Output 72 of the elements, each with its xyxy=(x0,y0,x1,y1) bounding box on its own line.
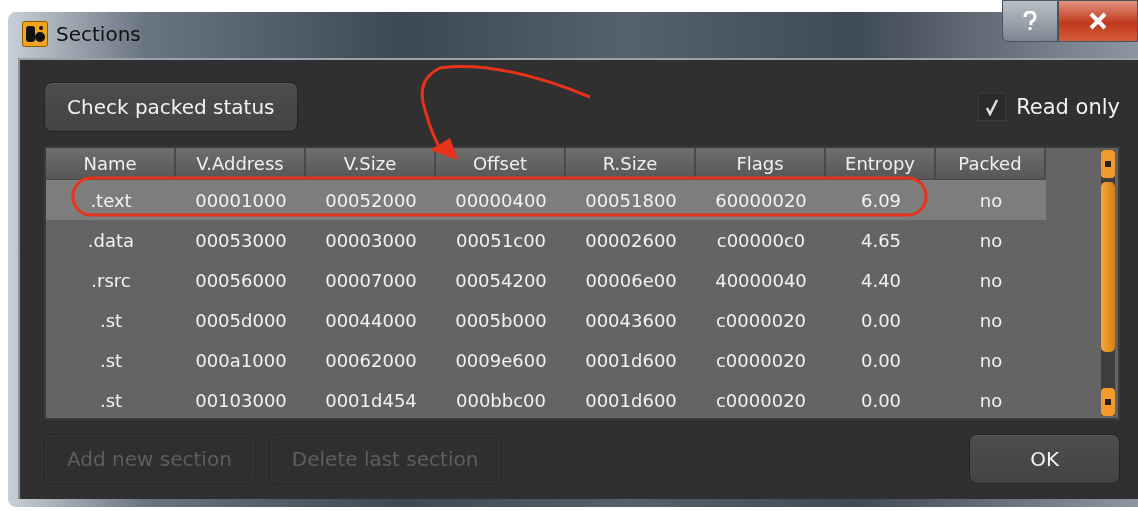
scroll-thumb[interactable] xyxy=(1101,182,1115,352)
column-header[interactable]: Packed xyxy=(936,148,1046,180)
table-cell-text: 00062000 xyxy=(324,348,418,373)
table-cell-text: .st xyxy=(98,308,124,333)
scroll-up-button[interactable] xyxy=(1101,150,1115,178)
table-cell: 00051800 xyxy=(566,180,696,220)
table-cell-text: c00000c0 xyxy=(715,228,807,253)
table-cell-text: c0000020 xyxy=(714,308,808,333)
table-cell-text: 4.65 xyxy=(859,228,903,253)
help-icon xyxy=(1023,11,1037,31)
read-only-label: Read only xyxy=(1016,95,1120,119)
table-cell-text: .st xyxy=(98,388,124,413)
table-cell-text: no xyxy=(978,308,1004,333)
close-button[interactable] xyxy=(1058,0,1138,42)
check-packed-status-button[interactable]: Check packed status xyxy=(44,82,298,132)
scrollbar[interactable] xyxy=(1101,150,1115,416)
table-cell-text: 00056000 xyxy=(194,268,288,293)
table-cell: 00001000 xyxy=(176,180,306,220)
table-cell-text: 0.00 xyxy=(859,308,903,333)
table-cell: 60000020 xyxy=(696,180,826,220)
app-icon xyxy=(22,21,48,47)
table-cell-text: 0005b000 xyxy=(454,308,548,333)
table-cell-text: no xyxy=(978,348,1004,373)
table-cell-text: 00002600 xyxy=(584,228,678,253)
table-cell-text: 00103000 xyxy=(194,388,288,413)
table-cell-text: 00006e00 xyxy=(584,268,678,293)
table-cell-text: 0005d000 xyxy=(194,308,288,333)
column-header[interactable]: V.Size xyxy=(306,148,436,180)
table-cell-text: 000a1000 xyxy=(194,348,288,373)
table-cell-text: no xyxy=(978,228,1004,253)
table-cell-text: 00043600 xyxy=(584,308,678,333)
table-cell-text: 0001d600 xyxy=(584,388,678,413)
table-cell-text: no xyxy=(978,388,1004,413)
table-cell-text: 40000040 xyxy=(714,268,808,293)
help-button[interactable] xyxy=(1002,0,1058,42)
column-header[interactable]: Entropy xyxy=(826,148,936,180)
window-title: Sections xyxy=(56,22,141,46)
table-cell-text: 0009e600 xyxy=(454,348,548,373)
table-cell-text: 00003000 xyxy=(324,228,418,253)
table-cell-text: 0001d454 xyxy=(324,388,418,413)
square-icon xyxy=(1105,161,1111,167)
table-cell-text: 4.40 xyxy=(859,268,903,293)
table-cell: 00000400 xyxy=(436,180,566,220)
table-cell: 00052000 xyxy=(306,180,436,220)
table-cell-text: .rsrc xyxy=(90,268,132,293)
column-header[interactable]: Name xyxy=(46,148,176,180)
scroll-down-button[interactable] xyxy=(1101,388,1115,416)
checkmark-icon xyxy=(985,98,1000,116)
square-icon xyxy=(1105,399,1111,405)
table-cell-text: 00053000 xyxy=(194,228,288,253)
column-header[interactable]: Offset xyxy=(436,148,566,180)
table-cell-text: c0000020 xyxy=(714,388,808,413)
table-cell-text: 0.00 xyxy=(859,388,903,413)
table-cell-text: 00054200 xyxy=(454,268,548,293)
column-header[interactable]: V.Address xyxy=(176,148,306,180)
table-cell-text: 00007000 xyxy=(324,268,418,293)
table-cell-text: c0000020 xyxy=(714,348,808,373)
column-header[interactable]: R.Size xyxy=(566,148,696,180)
table-cell-text: 000bbc00 xyxy=(455,388,547,413)
close-icon xyxy=(1088,12,1108,30)
table-cell-text: no xyxy=(978,268,1004,293)
table-cell-text: 0.00 xyxy=(859,348,903,373)
read-only-checkbox[interactable] xyxy=(978,93,1007,121)
table-cell-text: 00051c00 xyxy=(454,228,548,253)
ok-button[interactable]: OK xyxy=(969,434,1120,484)
table-cell-text: 0001d600 xyxy=(584,348,678,373)
table-cell-text: .data xyxy=(86,228,136,253)
table-cell: .text xyxy=(46,180,176,220)
table-cell-text: .st xyxy=(98,348,124,373)
column-header[interactable]: Flags xyxy=(696,148,826,180)
table-cell-text: 00044000 xyxy=(324,308,418,333)
table-cell: no xyxy=(936,180,1046,220)
